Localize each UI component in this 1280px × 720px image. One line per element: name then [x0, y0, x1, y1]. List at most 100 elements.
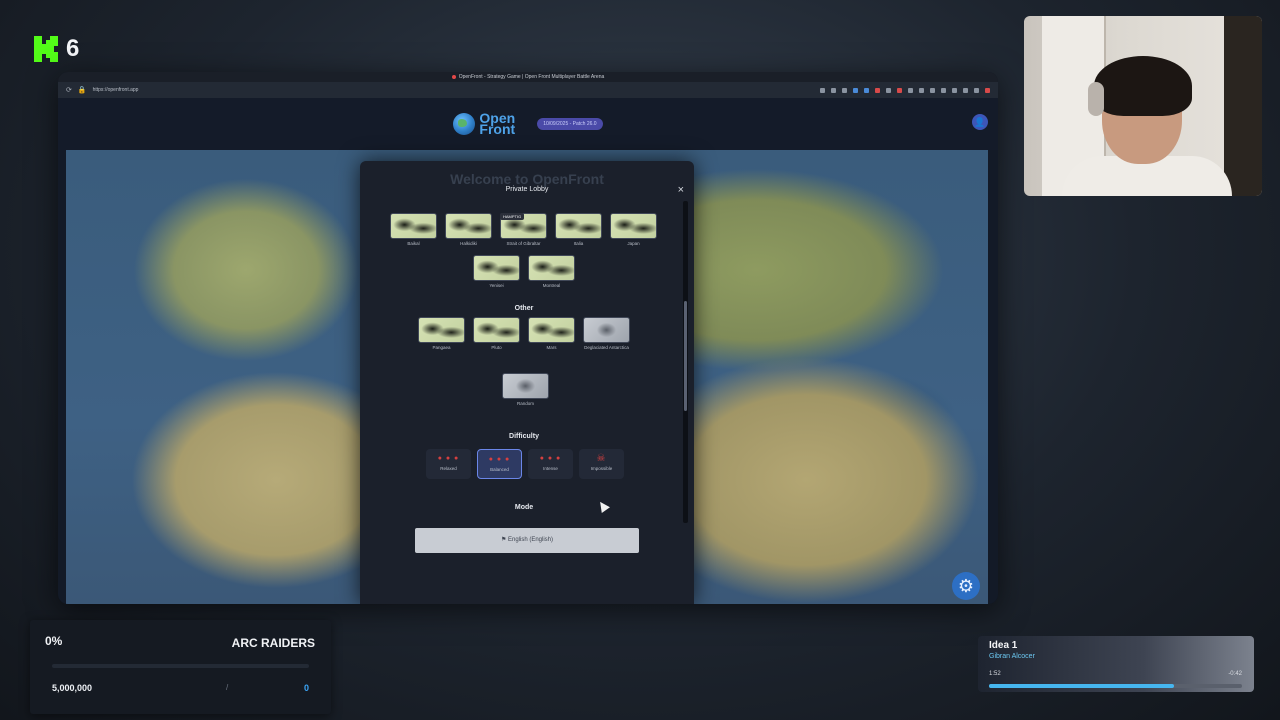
map-label: Mars: [546, 345, 557, 350]
map-option-japan[interactable]: Japan: [610, 213, 657, 247]
difficulty-icon: ● ● ●: [437, 455, 460, 462]
map-thumbnail: [473, 317, 520, 343]
language-label: English (English): [508, 537, 554, 543]
goal-target: 5,000,000: [52, 683, 93, 693]
map-thumbnail: [610, 213, 657, 239]
difficulty-label: Balanced: [490, 467, 509, 472]
goal-title: ARC RAIDERS: [231, 636, 315, 650]
difficulty-icon: ● ● ●: [488, 456, 511, 463]
settings-gear-icon[interactable]: ⚙: [952, 572, 980, 600]
reload-icon[interactable]: ⟳: [66, 86, 72, 94]
extension-icon[interactable]: [864, 87, 869, 93]
difficulty-impossible[interactable]: ☠ Impossible: [579, 449, 624, 479]
zoom-icon[interactable]: [831, 87, 836, 93]
difficulty-balanced[interactable]: ● ● ● Balanced: [477, 449, 522, 479]
sub-goal-widget: 0% ARC RAIDERS 5,000,000 / 0: [30, 620, 331, 714]
extension-icon[interactable]: [941, 87, 946, 93]
map-label: Halkidiki: [460, 241, 477, 246]
difficulty-label: Relaxed: [440, 466, 457, 471]
profile-icon[interactable]: [985, 87, 990, 93]
difficulty-label: Impossible: [590, 466, 613, 471]
map-option-italia[interactable]: Italia: [555, 213, 602, 247]
skull-icon: ☠: [596, 453, 607, 464]
song-artist: Gibran Alcocer: [989, 653, 1035, 660]
mode-section-title: Mode: [514, 504, 534, 511]
goal-separator: /: [226, 683, 229, 692]
site-header: Open Front 10/09/2025 - Patch 26.0 👤: [58, 98, 998, 150]
modal-scrollbar[interactable]: [683, 201, 688, 523]
map-row-other: Pangaea Pluto Mars Deglaciated Antarctic…: [418, 317, 630, 351]
goal-progress-bar: [52, 664, 309, 668]
extension-icon[interactable]: [897, 87, 902, 93]
modal-scroll-content[interactable]: Baikal Halkidiki Strait of Gibraltar Ita…: [368, 201, 680, 523]
bookmark-icon[interactable]: [820, 87, 825, 93]
flag-icon: ⚑: [500, 537, 508, 543]
map-row-random: Random: [502, 373, 549, 407]
extension-icon[interactable]: [919, 87, 924, 93]
extension-icon[interactable]: [875, 87, 880, 93]
map-label: Baikal: [407, 241, 420, 246]
language-button[interactable]: ⚑ English (English): [415, 528, 639, 553]
map-label: Strait of Gibraltar: [506, 241, 541, 246]
map-thumbnail: [390, 213, 437, 239]
extension-icon[interactable]: [908, 87, 913, 93]
map-thumbnail: [528, 255, 575, 281]
map-thumbnail: [528, 317, 575, 343]
viewer-count: 6: [66, 35, 80, 62]
extension-icon[interactable]: [853, 87, 858, 93]
browser-window: OpenFront - Strategy Game | Open Front M…: [58, 72, 998, 604]
map-label: Pangaea: [432, 345, 451, 350]
extension-icon[interactable]: [952, 87, 957, 93]
menu-icon[interactable]: [974, 87, 979, 93]
map-option-halkidiki[interactable]: Halkidiki: [445, 213, 492, 247]
browser-url-bar: ⟳ 🔒 https://openfront.app: [58, 82, 998, 98]
browser-title-bar: OpenFront - Strategy Game | Open Front M…: [58, 72, 998, 82]
extension-icon[interactable]: [930, 87, 935, 93]
song-progress-bar: [989, 684, 1242, 688]
map-thumbnail: [445, 213, 492, 239]
difficulty-intense[interactable]: ● ● ● Intense: [528, 449, 573, 479]
logo-text-line2: Front: [479, 121, 516, 137]
map-option-mars[interactable]: Mars: [528, 317, 575, 351]
url-field[interactable]: https://openfront.app: [93, 87, 139, 93]
extension-icon[interactable]: [963, 87, 968, 93]
difficulty-label: Intense: [543, 466, 558, 471]
map-label: Random: [516, 401, 534, 406]
map-option-deglaciated-antarctica[interactable]: Deglaciated Antarctica: [583, 317, 630, 351]
random-map-icon: [502, 373, 549, 399]
extension-icon[interactable]: [886, 87, 891, 93]
map-option-yenisei[interactable]: Yenisei: [473, 255, 520, 289]
browser-extension-icons: [820, 87, 990, 93]
openfront-logo[interactable]: Open Front: [453, 111, 516, 137]
kick-logo-icon: [34, 36, 58, 62]
map-label: Montreal: [542, 283, 561, 288]
star-icon[interactable]: [842, 87, 847, 93]
map-label: Yenisei: [489, 283, 504, 288]
map-option-pangaea[interactable]: Pangaea: [418, 317, 465, 351]
map-option-baikal[interactable]: Baikal: [390, 213, 437, 247]
song-title: Idea 1: [989, 640, 1018, 651]
globe-icon: [453, 113, 476, 135]
difficulty-relaxed[interactable]: ● ● ● Relaxed: [426, 449, 471, 479]
map-thumbnail: [473, 255, 520, 281]
map-thumbnail: [583, 317, 630, 343]
browser-tab-title: OpenFront - Strategy Game | Open Front M…: [458, 74, 605, 80]
map-option-montreal[interactable]: Montreal: [528, 255, 575, 289]
song-remaining-time: -0:42: [1228, 671, 1242, 677]
account-icon[interactable]: 👤: [972, 114, 988, 130]
song-progress-fill: [989, 684, 1174, 688]
site-favicon-icon: [451, 75, 456, 79]
lock-icon: 🔒: [77, 87, 87, 94]
map-option-random[interactable]: Random: [502, 373, 549, 407]
private-lobby-modal: Welcome to OpenFront Private Lobby × Bai…: [360, 161, 694, 604]
webcam-background-shelf: [1224, 16, 1262, 196]
goal-current: 0: [303, 683, 309, 693]
close-icon[interactable]: ×: [678, 181, 684, 199]
map-label: Italia: [573, 241, 584, 246]
scrollbar-thumb[interactable]: [684, 301, 687, 411]
map-option-pluto[interactable]: Pluto: [473, 317, 520, 351]
map-label: Japan: [627, 241, 640, 246]
map-hover-label: HAMPTIG: [500, 213, 525, 220]
headset-icon: [1088, 82, 1104, 116]
goal-percent: 0%: [45, 634, 63, 648]
